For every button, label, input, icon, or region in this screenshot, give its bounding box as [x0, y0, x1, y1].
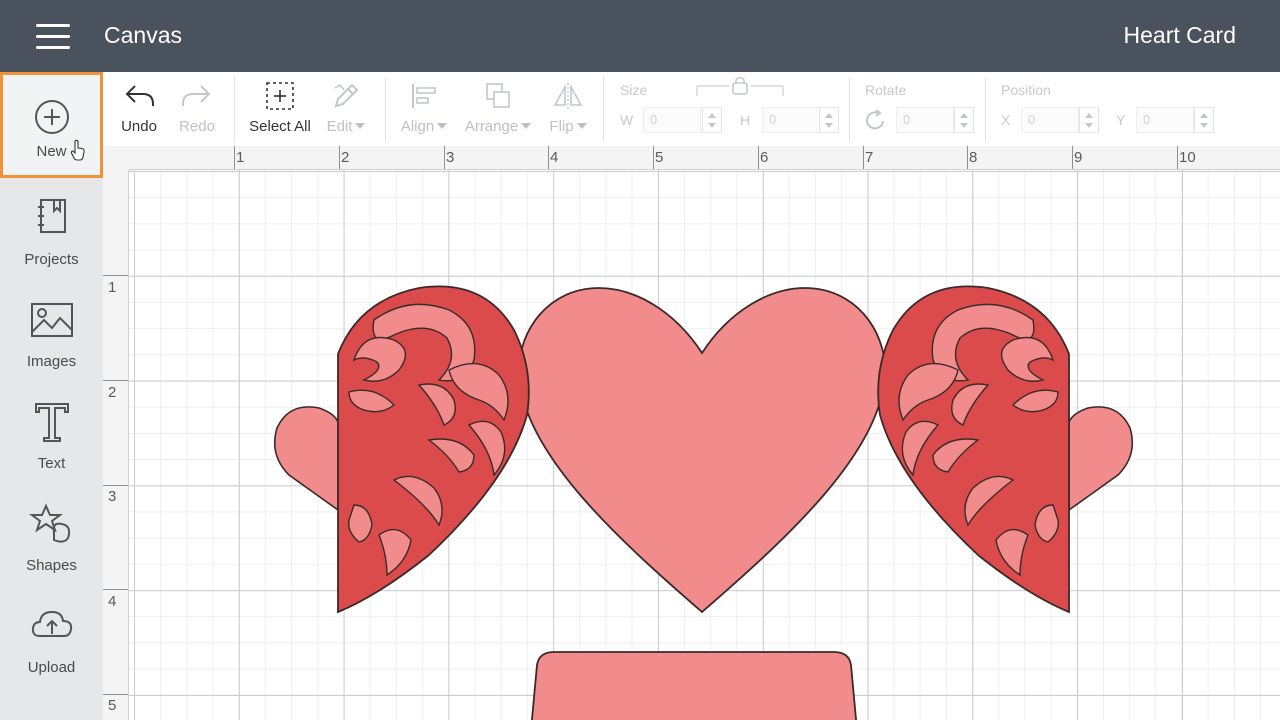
bottom-card-panel: [531, 651, 857, 720]
ruler-number: 7: [865, 149, 874, 166]
vertical-ruler: 1 2 3 4 5: [103, 170, 129, 720]
undo-icon: [125, 85, 154, 106]
hand-cursor-icon: [70, 139, 85, 161]
align-icon: [412, 84, 436, 108]
app-title: Canvas: [104, 22, 182, 48]
align-menu-button[interactable]: Align: [395, 72, 453, 146]
sidebar-item-projects[interactable]: Projects: [0, 182, 103, 284]
position-y-stepper[interactable]: [1194, 107, 1214, 133]
edit-toolbar: Undo Redo Select All Edit Align Arrange …: [103, 72, 1280, 146]
height-label: H: [740, 112, 751, 128]
rotate-label: Rotate: [865, 82, 907, 98]
image-icon: [31, 303, 73, 337]
sidebar-item-upload[interactable]: Upload: [0, 590, 103, 692]
right-side-tab: [1068, 406, 1134, 512]
size-label: Size: [620, 82, 648, 98]
toolbar-divider: [849, 76, 850, 142]
select-all-button[interactable]: Select All: [243, 72, 317, 146]
project-title[interactable]: Heart Card: [1124, 22, 1236, 49]
y-label: Y: [1116, 112, 1126, 128]
toolbar-divider: [385, 76, 386, 142]
center-heart: [518, 287, 886, 614]
left-side-tab: [273, 406, 339, 512]
hamburger-menu-icon[interactable]: [36, 24, 70, 50]
undo-label: Undo: [121, 118, 157, 135]
width-stepper[interactable]: [702, 107, 722, 133]
toolbar-divider: [603, 76, 604, 142]
toolbar-divider: [985, 76, 986, 142]
sidebar-item-label: Shapes: [26, 557, 77, 574]
arrange-label: Arrange: [461, 118, 535, 135]
sidebar-item-images[interactable]: Images: [0, 284, 103, 386]
toolbar-divider: [234, 76, 235, 142]
rotate-input[interactable]: 0: [896, 107, 954, 133]
redo-button[interactable]: Redo: [169, 72, 225, 146]
ruler-number: 2: [108, 384, 117, 401]
sidebar-item-label: Text: [37, 455, 66, 472]
sidebar-item-label: Upload: [27, 659, 76, 676]
top-header: Canvas Heart Card: [0, 0, 1280, 72]
redo-label: Redo: [179, 118, 215, 135]
ruler-number: 3: [108, 488, 117, 505]
ruler-number: 6: [760, 149, 769, 166]
ruler-number: 5: [108, 697, 117, 714]
flip-menu-button[interactable]: Flip: [543, 72, 593, 146]
rotate-icon: [866, 109, 884, 130]
edit-label: Edit: [321, 118, 371, 135]
flip-label: Flip: [543, 118, 593, 135]
select-all-label: Select All: [249, 118, 311, 135]
height-input[interactable]: 0: [762, 107, 820, 133]
ruler-number: 3: [446, 149, 455, 166]
sidebar-item-label: New: [36, 143, 67, 160]
ruler-number: 2: [341, 149, 350, 166]
left-sidebar: New Projects Images Text Shapes Upload: [0, 72, 103, 720]
lock-icon[interactable]: [695, 74, 785, 98]
ruler-number: 4: [108, 593, 117, 610]
align-label: Align: [395, 118, 453, 135]
sidebar-item-label: Projects: [24, 251, 79, 268]
ruler-corner: [103, 146, 129, 170]
ruler-number: 1: [236, 149, 245, 166]
notebook-icon: [38, 199, 66, 233]
x-label: X: [1001, 112, 1011, 128]
position-x-input[interactable]: 0: [1021, 107, 1079, 133]
ruler-number: 5: [655, 149, 664, 166]
width-input[interactable]: 0: [643, 107, 701, 133]
redo-icon: [182, 85, 211, 106]
shapes-icon: [29, 503, 71, 543]
plus-circle-icon: [35, 100, 69, 134]
edit-menu-button[interactable]: Edit: [321, 72, 371, 146]
ruler-number: 9: [1074, 149, 1083, 166]
edit-pencil-icon: [334, 83, 359, 108]
sidebar-item-shapes[interactable]: Shapes: [0, 488, 103, 590]
position-y-input[interactable]: 0: [1136, 107, 1194, 133]
ruler-number: 10: [1179, 149, 1196, 166]
ruler-number: 4: [550, 149, 559, 166]
height-stepper[interactable]: [819, 107, 839, 133]
sidebar-item-text[interactable]: Text: [0, 386, 103, 488]
ruler-number: 1: [108, 279, 117, 296]
text-t-icon: [35, 403, 69, 442]
width-label: W: [620, 112, 634, 128]
sidebar-item-new[interactable]: New: [0, 72, 103, 178]
ruler-number: 8: [969, 149, 978, 166]
position-label: Position: [1001, 82, 1051, 98]
cloud-upload-icon: [31, 610, 73, 637]
sidebar-item-label: Images: [26, 353, 77, 370]
position-x-stepper[interactable]: [1079, 107, 1099, 133]
undo-button[interactable]: Undo: [111, 72, 167, 146]
arrange-icon: [486, 83, 510, 108]
arrange-menu-button[interactable]: Arrange: [461, 72, 535, 146]
rotate-stepper[interactable]: [954, 107, 974, 133]
heart-card-artwork[interactable]: [129, 170, 1280, 720]
flip-icon: [553, 83, 583, 109]
horizontal-ruler: 1 2 3 4 5 6 7 8 9 10: [129, 146, 1280, 170]
select-all-icon: [266, 82, 294, 110]
